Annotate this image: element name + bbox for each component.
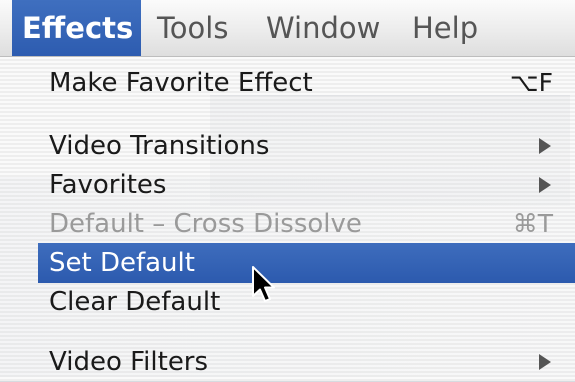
shortcut-command-t: ⌘T: [512, 209, 553, 238]
menu-bar: Effects Tools Window Help: [0, 0, 575, 57]
effects-dropdown-menu: Make Favorite Effect ⌥F Video Transition…: [0, 57, 575, 381]
menu-help[interactable]: Help: [402, 0, 488, 56]
submenu-arrow-icon: [539, 177, 551, 193]
menu-item-label: Video Transitions: [49, 131, 270, 161]
menu-item-set-default[interactable]: Set Default: [38, 243, 575, 283]
menu-item-label: Set Default: [49, 248, 195, 278]
menu-window[interactable]: Window: [256, 0, 390, 56]
menu-item-video-transitions[interactable]: Video Transitions: [38, 126, 575, 166]
submenu-arrow-icon: [539, 354, 551, 370]
menu-item-video-filters[interactable]: Video Filters: [38, 342, 575, 382]
mouse-pointer-icon: [252, 266, 275, 302]
menu-item-make-favorite-effect[interactable]: Make Favorite Effect ⌥F: [38, 63, 575, 103]
menu-item-label: Clear Default: [49, 287, 221, 317]
menu-item-label: Favorites: [49, 170, 167, 200]
menu-item-label: Video Filters: [49, 347, 209, 377]
menu-separator: [38, 332, 575, 333]
menu-item-default-cross-dissolve: Default – Cross Dissolve ⌘T: [38, 204, 575, 244]
menu-item-label: Make Favorite Effect: [49, 68, 313, 98]
submenu-arrow-icon: [539, 138, 551, 154]
menu-effects[interactable]: Effects: [12, 0, 141, 56]
menu-separator: [38, 117, 575, 118]
menu-item-label: Default – Cross Dissolve: [49, 209, 362, 239]
shortcut-option-f: ⌥F: [509, 68, 553, 97]
menu-tools[interactable]: Tools: [147, 0, 238, 56]
menu-item-clear-default[interactable]: Clear Default: [38, 282, 575, 322]
menu-item-favorites[interactable]: Favorites: [38, 165, 575, 205]
